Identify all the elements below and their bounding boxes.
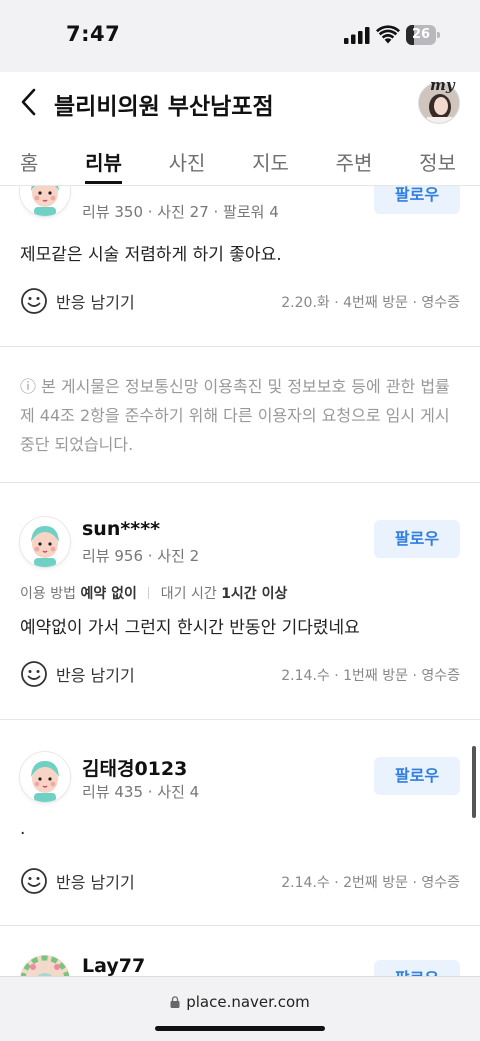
reaction-button[interactable]: 반응 남기기 bbox=[20, 287, 135, 315]
reviewer-avatar[interactable] bbox=[20, 752, 70, 802]
scrollbar[interactable] bbox=[472, 746, 476, 818]
reviewer-avatar-icon bbox=[20, 752, 70, 802]
reaction-button[interactable]: 반응 남기기 bbox=[20, 660, 135, 688]
reviewer-avatar[interactable] bbox=[20, 517, 70, 567]
review-text[interactable]: 예약없이 가서 그런지 한시간 반동안 기다렸네요 bbox=[20, 613, 360, 638]
reviewer-stats: 리뷰 956 · 사진 2 bbox=[82, 547, 200, 565]
tab-reviews[interactable]: 리뷰 bbox=[85, 134, 122, 186]
meta-label-wait: 대기 시간 bbox=[160, 586, 217, 602]
visit-info: 2.14.수 · 2번째 방문 · 영수증 bbox=[281, 875, 460, 891]
wifi-icon bbox=[376, 25, 400, 44]
reaction-button[interactable]: 반응 남기기 bbox=[20, 867, 135, 895]
reviewer-avatar-icon bbox=[20, 186, 70, 216]
header: 블리비의원 부산남포점 my bbox=[0, 72, 480, 134]
visit-meta: 이용 방법 예약 없이 대기 시간 1시간 이상 bbox=[20, 583, 287, 603]
reviewer-avatar-icon bbox=[20, 955, 70, 976]
reaction-label: 반응 남기기 bbox=[56, 873, 135, 892]
tab-nearby[interactable]: 주변 bbox=[336, 134, 373, 186]
review-divider bbox=[0, 482, 480, 483]
review-divider bbox=[0, 925, 480, 926]
reviewer-avatar[interactable] bbox=[20, 186, 70, 216]
my-badge: my bbox=[430, 76, 455, 94]
tab-photos[interactable]: 사진 bbox=[169, 134, 206, 186]
url-bar[interactable]: place.naver.com bbox=[0, 976, 480, 1041]
reaction-label: 반응 남기기 bbox=[56, 666, 135, 685]
smiley-icon bbox=[21, 868, 47, 894]
visit-info: 2.20.화 · 4번째 방문 · 영수증 bbox=[281, 295, 460, 311]
url-text: place.naver.com bbox=[186, 993, 310, 1011]
meta-value-wait: 1시간 이상 bbox=[221, 586, 288, 602]
reviewer-avatar[interactable] bbox=[20, 955, 70, 976]
status-bar: 7:47 26 bbox=[0, 0, 480, 72]
tab-home[interactable]: 홈 bbox=[20, 134, 38, 186]
lock-icon bbox=[170, 996, 180, 1008]
follow-button[interactable]: 팔로우 bbox=[374, 520, 460, 558]
meta-value-method: 예약 없이 bbox=[80, 586, 137, 602]
smiley-icon bbox=[21, 288, 47, 314]
reviewer-name[interactable]: 김태경0123 bbox=[82, 754, 187, 781]
review-text[interactable]: . bbox=[20, 819, 25, 839]
tab-bar: 홈 리뷰 사진 지도 주변 정보 bbox=[0, 134, 480, 186]
status-time: 7:47 bbox=[66, 22, 121, 46]
follow-button[interactable]: 팔로우 bbox=[374, 757, 460, 795]
review-text[interactable]: 제모같은 시술 저렴하게 하기 좋아요. bbox=[20, 240, 282, 265]
home-indicator[interactable] bbox=[155, 1026, 325, 1031]
reviewer-name[interactable]: Lay77 bbox=[82, 955, 145, 976]
tab-info[interactable]: 정보 bbox=[419, 134, 456, 186]
reviewer-name[interactable]: sun**** bbox=[82, 518, 160, 540]
tab-map[interactable]: 지도 bbox=[252, 134, 289, 186]
blocked-review-notice: ⓘ 본 게시물은 정보통신망 이용촉진 및 정보보호 등에 관한 법률 제 44… bbox=[20, 377, 450, 454]
reaction-label: 반응 남기기 bbox=[56, 293, 135, 312]
battery-percent: 26 bbox=[411, 27, 431, 42]
cellular-signal-icon bbox=[344, 27, 370, 44]
reviewer-avatar-icon bbox=[20, 517, 70, 567]
back-button[interactable] bbox=[12, 84, 48, 120]
smiley-icon bbox=[21, 661, 47, 687]
review-list[interactable]: 리뷰 350 · 사진 27 · 팔로워 4 팔로우 제모같은 시술 저렴하게 … bbox=[0, 186, 480, 976]
follow-button[interactable]: 팔로우 bbox=[374, 186, 460, 214]
review-divider bbox=[0, 719, 480, 720]
review-divider bbox=[0, 346, 480, 347]
reviewer-stats: 리뷰 435 · 사진 4 bbox=[82, 783, 200, 801]
meta-label-method: 이용 방법 bbox=[20, 586, 76, 602]
address-field[interactable]: place.naver.com bbox=[0, 993, 480, 1011]
page-title: 블리비의원 부산남포점 bbox=[54, 94, 274, 120]
follow-button[interactable]: 팔로우 bbox=[374, 960, 460, 976]
visit-info: 2.14.수 · 1번째 방문 · 영수증 bbox=[281, 668, 460, 684]
battery-icon: 26 bbox=[406, 25, 440, 45]
reviewer-stats: 리뷰 350 · 사진 27 · 팔로워 4 bbox=[82, 203, 279, 221]
